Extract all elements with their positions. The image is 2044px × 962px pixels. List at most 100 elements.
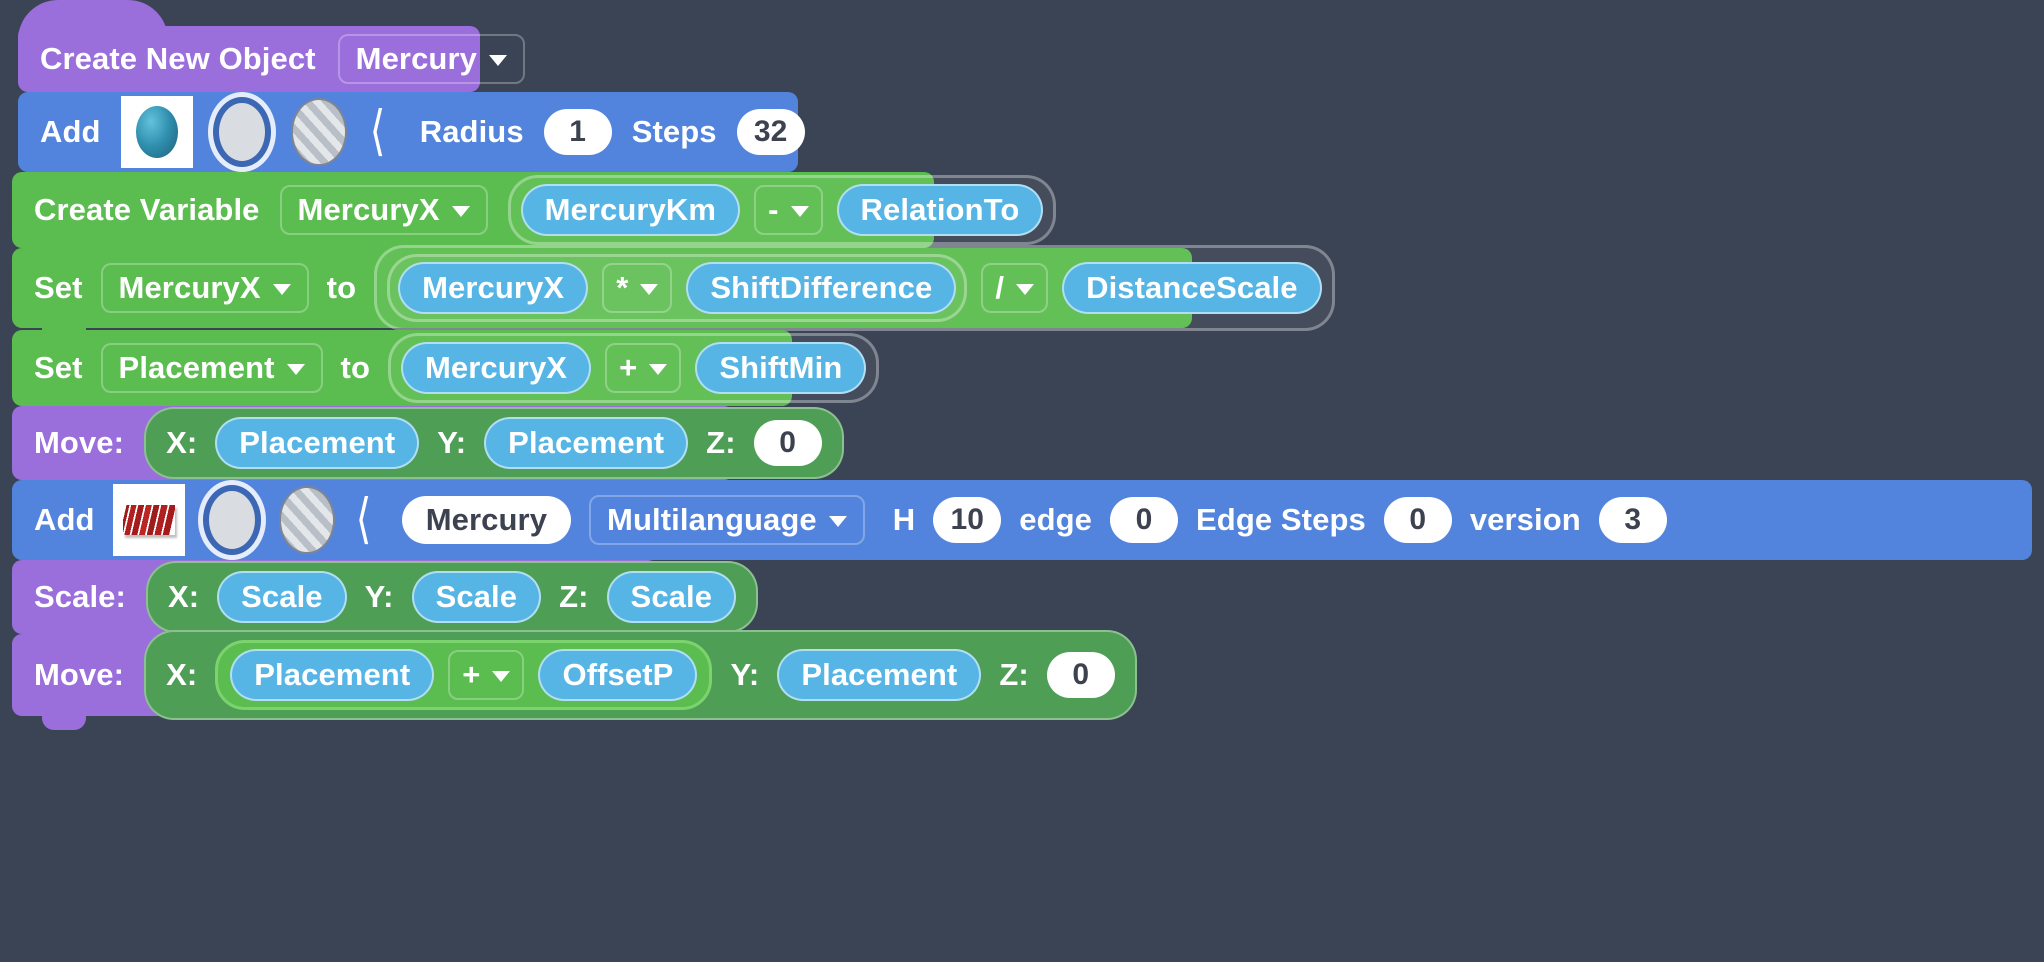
subtract-operator-group[interactable]: MercuryKm - RelationTo — [508, 175, 1057, 246]
x-operator-dropdown[interactable]: + — [448, 650, 524, 701]
block-workspace[interactable]: Create New Object Mercury Add ⟨ Radius 1… — [0, 0, 2044, 962]
block-create-variable[interactable]: Create Variable MercuryX MercuryKm - Rel… — [12, 172, 934, 248]
hatched-shape-icon[interactable] — [291, 98, 347, 166]
y-value-reporter[interactable]: Placement — [777, 649, 981, 702]
z-label: Z: — [706, 425, 735, 461]
x-value-reporter[interactable]: Placement — [215, 417, 419, 470]
chevron-down-icon — [492, 671, 510, 682]
sphere-icon — [136, 106, 178, 158]
z-value-reporter[interactable]: Scale — [607, 571, 737, 624]
block-set-placement[interactable]: Set Placement to MercuryX + ShiftMin — [12, 330, 792, 406]
set-target-dropdown[interactable]: Placement — [101, 343, 323, 394]
variable-name-dropdown[interactable]: MercuryX — [280, 185, 488, 236]
chevron-down-icon — [649, 364, 667, 375]
scale-label: Scale: — [34, 579, 126, 615]
operand-a-reporter[interactable]: MercuryKm — [521, 184, 740, 237]
add-operator-dropdown-value: + — [619, 352, 637, 385]
operand-c-reporter[interactable]: DistanceScale — [1062, 262, 1322, 315]
ring-shape-icon[interactable] — [203, 485, 261, 555]
block-create-new-object[interactable]: Create New Object Mercury — [18, 26, 480, 92]
text3d-icon — [123, 505, 175, 535]
ring-shape-icon[interactable] — [213, 97, 271, 167]
version-input[interactable]: 3 — [1599, 497, 1667, 543]
multiply-operator-dropdown-value: * — [616, 272, 628, 305]
radius-input[interactable]: 1 — [544, 109, 612, 155]
edge-input[interactable]: 0 — [1110, 497, 1178, 543]
scale-coordinates-group[interactable]: X: Scale Y: Scale Z: Scale — [146, 561, 758, 634]
create-variable-label: Create Variable — [34, 192, 260, 228]
x-operand-b-reporter[interactable]: OffsetP — [538, 649, 697, 702]
multilanguage-dropdown[interactable]: Multilanguage — [589, 495, 865, 546]
text3d-thumbnail-icon[interactable] — [113, 484, 185, 556]
block-move-2[interactable]: Move: X: Placement + OffsetP Y: Placemen… — [12, 634, 990, 716]
chevron-down-icon — [287, 364, 305, 375]
steps-label: Steps — [632, 114, 717, 150]
object-name-dropdown[interactable]: Mercury — [338, 34, 525, 85]
to-label: to — [341, 350, 370, 386]
x-label: X: — [168, 579, 199, 615]
chevron-down-icon — [452, 206, 470, 217]
edge-label: edge — [1019, 502, 1092, 538]
chevron-down-icon — [640, 284, 658, 295]
block-move-1[interactable]: Move: X: Placement Y: Placement Z: 0 — [12, 406, 734, 480]
operand-a-reporter[interactable]: MercuryX — [398, 262, 588, 315]
block-scale-1[interactable]: Scale: X: Scale Y: Scale Z: Scale — [12, 560, 658, 634]
chevron-down-icon — [273, 284, 291, 295]
x-label: X: — [166, 657, 197, 693]
z-value-input[interactable]: 0 — [754, 420, 822, 466]
y-value-reporter[interactable]: Placement — [484, 417, 688, 470]
operand-b-reporter[interactable]: ShiftMin — [695, 342, 866, 395]
move-coordinates-group[interactable]: X: Placement Y: Placement Z: 0 — [144, 407, 844, 480]
operand-b-reporter[interactable]: ShiftDifference — [686, 262, 956, 315]
z-label: Z: — [559, 579, 588, 615]
set-label: Set — [34, 270, 83, 306]
add-operator-group[interactable]: MercuryX + ShiftMin — [388, 333, 879, 404]
block-add-text3d[interactable]: Add ⟨ Mercury Multilanguage H 10 edge 0 … — [12, 480, 2032, 560]
operand-b-reporter[interactable]: RelationTo — [837, 184, 1044, 237]
text-content-input[interactable]: Mercury — [402, 496, 571, 545]
multilanguage-dropdown-value: Multilanguage — [607, 504, 817, 537]
height-label: H — [893, 502, 916, 538]
object-name-dropdown-value: Mercury — [356, 43, 477, 76]
block-set-mercuryx[interactable]: Set MercuryX to MercuryX * ShiftDifferen… — [12, 248, 1192, 328]
x-add-operator-group[interactable]: Placement + OffsetP — [215, 640, 712, 711]
x-operand-a-reporter[interactable]: Placement — [230, 649, 434, 702]
add-label: Add — [34, 502, 95, 538]
set-label: Set — [34, 350, 83, 386]
chevron-left-icon[interactable]: ⟨ — [355, 498, 371, 541]
hatched-shape-icon[interactable] — [279, 486, 335, 554]
add-operator-dropdown[interactable]: + — [605, 343, 681, 394]
z-label: Z: — [999, 657, 1028, 693]
radius-label: Radius — [420, 114, 524, 150]
edge-steps-label: Edge Steps — [1196, 502, 1366, 538]
divide-operator-group[interactable]: MercuryX * ShiftDifference / DistanceSca… — [374, 245, 1335, 332]
x-operator-dropdown-value: + — [462, 659, 480, 692]
height-input[interactable]: 10 — [933, 497, 1001, 543]
chevron-down-icon — [1016, 284, 1034, 295]
operand-a-reporter[interactable]: MercuryX — [401, 342, 591, 395]
variable-name-dropdown-value: MercuryX — [298, 194, 440, 227]
set-target-dropdown[interactable]: MercuryX — [101, 263, 309, 314]
divide-operator-dropdown[interactable]: / — [981, 263, 1048, 314]
block-add-sphere[interactable]: Add ⟨ Radius 1 Steps 32 — [18, 92, 798, 172]
add-label: Add — [40, 114, 101, 150]
divide-operator-dropdown-value: / — [995, 272, 1004, 305]
y-label: Y: — [437, 425, 466, 461]
operator-dropdown[interactable]: - — [754, 185, 822, 236]
multiply-operator-dropdown[interactable]: * — [602, 263, 672, 314]
chevron-down-icon — [489, 55, 507, 66]
multiply-operator-group[interactable]: MercuryX * ShiftDifference — [387, 254, 967, 323]
x-label: X: — [166, 425, 197, 461]
y-label: Y: — [365, 579, 394, 615]
edge-steps-input[interactable]: 0 — [1384, 497, 1452, 543]
chevron-left-icon[interactable]: ⟨ — [369, 110, 385, 153]
move-coordinates-group[interactable]: X: Placement + OffsetP Y: Placement Z: 0 — [144, 630, 1137, 721]
x-value-reporter[interactable]: Scale — [217, 571, 347, 624]
y-value-reporter[interactable]: Scale — [412, 571, 542, 624]
sphere-thumbnail-icon[interactable] — [121, 96, 193, 168]
operator-dropdown-value: - — [768, 194, 778, 227]
version-label: version — [1470, 502, 1581, 538]
move-label: Move: — [34, 425, 124, 461]
steps-input[interactable]: 32 — [737, 109, 805, 155]
z-value-input[interactable]: 0 — [1047, 652, 1115, 698]
